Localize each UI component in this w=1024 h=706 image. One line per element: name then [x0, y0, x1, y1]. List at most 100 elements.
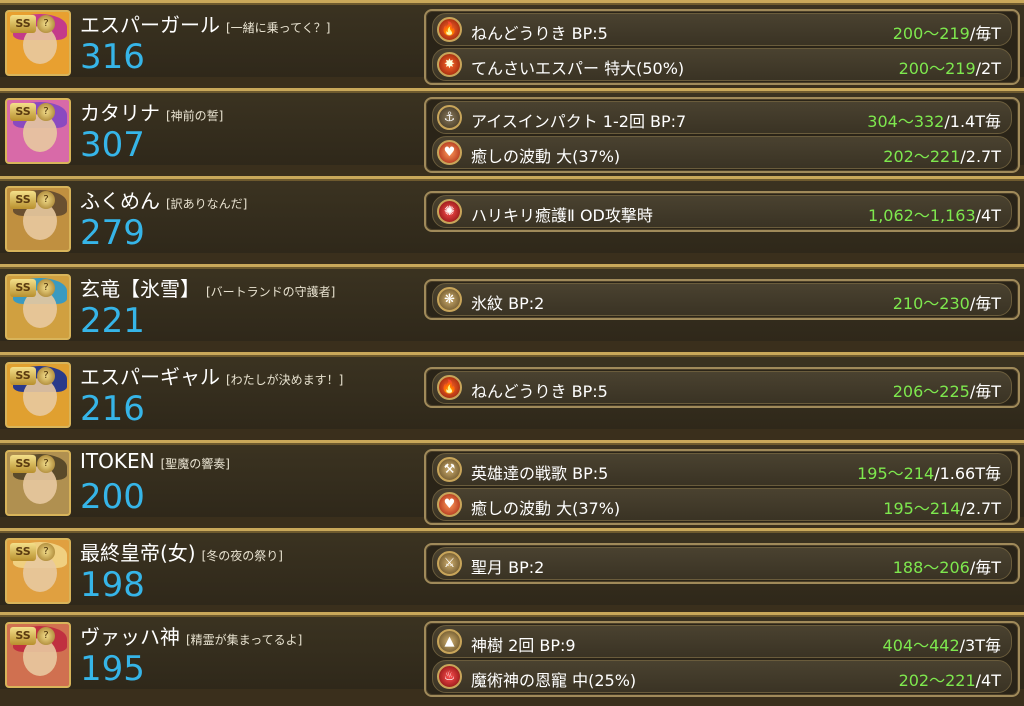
skill-entry[interactable]: ✺ ハリキリ癒護Ⅱ OD攻撃時 1,062〜1,163/4T [432, 195, 1012, 228]
skill-name: 癒しの波動 大(37%) [471, 147, 621, 166]
medal-icon: ? [37, 367, 55, 385]
character-name: ヴァッハ神 [80, 625, 180, 649]
skill-value: 404〜442/3T毎 [882, 636, 1001, 655]
skill-value: 206〜225/毎T [892, 382, 1001, 401]
character-list: SS ? エスパーガール [一緒に乗ってく？] 316 🔥 ねんどうりき BP:5… [0, 0, 1024, 706]
heal-heart-icon: ♥ [437, 140, 462, 165]
character-name: カタリナ [80, 101, 160, 125]
skill-entry[interactable]: ⚓ アイスインパクト 1-2回 BP:7 304〜332/1.4T毎 [432, 101, 1012, 134]
skill-entry[interactable]: ♥ 癒しの波動 大(37%) 202〜221/2.7T [432, 136, 1012, 169]
character-title: [聖魔の響奏] [160, 457, 230, 471]
character-name-line: エスパーギャル [わたしが決めます！] [80, 361, 343, 390]
power-value: 307 [80, 125, 145, 165]
heal-heart-icon: ♥ [437, 492, 462, 517]
fukumen-portrait-icon[interactable]: SS ? [5, 186, 71, 252]
character-title: [一緒に乗ってく？] [226, 21, 331, 35]
rarity-badge-icon: SS [10, 455, 36, 473]
medal-icon: ? [37, 543, 55, 561]
tree-icon: ▲ [437, 629, 462, 654]
skill-name: ねんどうりき BP:5 [471, 382, 608, 401]
skill-panel: 🔥 ねんどうりき BP:5 200〜219/毎T ✸ てんさいエスパー 特大(5… [424, 9, 1020, 85]
medal-icon: ? [37, 455, 55, 473]
character-title: [訳ありなんだ] [166, 197, 248, 211]
character-row[interactable]: SS ? 玄竜【氷雪】 [バートランドの守護者] 221 ❋ 氷紋 BP:2 21… [0, 264, 1024, 341]
rarity-badge-icon: SS [10, 543, 36, 561]
skill-panel: ⚔ 聖月 BP:2 188〜206/毎T [424, 543, 1020, 584]
skill-value: 200〜219/2T [898, 59, 1001, 78]
character-row[interactable]: SS ? カタリナ [神前の誓] 307 ⚓ アイスインパクト 1-2回 BP:7… [0, 88, 1024, 173]
skill-panel: ✺ ハリキリ癒護Ⅱ OD攻撃時 1,062〜1,163/4T [424, 191, 1020, 232]
medal-icon: ? [37, 191, 55, 209]
medal-icon: ? [37, 279, 55, 297]
character-name: ITOKEN [80, 449, 155, 473]
power-value: 198 [80, 565, 145, 605]
skill-panel: ▲ 神樹 2回 BP:9 404〜442/3T毎 ♨ 魔術神の恩寵 中(25%)… [424, 621, 1020, 697]
skill-entry[interactable]: ♥ 癒しの波動 大(37%) 195〜214/2.7T [432, 488, 1012, 521]
character-row[interactable]: SS ? エスパーギャル [わたしが決めます！] 216 🔥 ねんどうりき BP:… [0, 352, 1024, 429]
ice-crest-icon: ❋ [437, 287, 462, 312]
character-name: ふくめん [80, 189, 160, 213]
skill-name: 癒しの波動 大(37%) [471, 499, 621, 518]
final-empress-portrait-icon[interactable]: SS ? [5, 538, 71, 604]
skill-name: てんさいエスパー 特大(50%) [471, 59, 685, 78]
character-title: [神前の誓] [166, 109, 224, 123]
character-row[interactable]: SS ? エスパーガール [一緒に乗ってく？] 316 🔥 ねんどうりき BP:5… [0, 0, 1024, 85]
skill-value: 188〜206/毎T [892, 558, 1001, 577]
ice-impact-icon: ⚓ [437, 105, 462, 130]
medal-icon: ? [37, 103, 55, 121]
medal-icon: ? [37, 15, 55, 33]
skill-name: 英雄達の戦歌 BP:5 [471, 464, 609, 483]
character-name-line: ITOKEN [聖魔の響奏] [80, 449, 230, 473]
character-row[interactable]: SS ? ITOKEN [聖魔の響奏] 200 ⚒ 英雄達の戦歌 BP:5 195… [0, 440, 1024, 525]
skill-name: 魔術神の恩寵 中(25%) [471, 671, 637, 690]
character-name-line: ヴァッハ神 [精霊が集まってるよ] [80, 621, 302, 650]
crimson-flame-icon: ♨ [437, 664, 462, 689]
skill-entry[interactable]: ✸ てんさいエスパー 特大(50%) 200〜219/2T [432, 48, 1012, 81]
skill-entry[interactable]: ⚒ 英雄達の戦歌 BP:5 195〜214/1.66T毎 [432, 453, 1012, 486]
skill-panel: ⚓ アイスインパクト 1-2回 BP:7 304〜332/1.4T毎 ♥ 癒しの… [424, 97, 1020, 173]
skill-value: 202〜221/4T [898, 671, 1001, 690]
esper-girl-portrait-icon[interactable]: SS ? [5, 10, 71, 76]
skill-entry[interactable]: ♨ 魔術神の恩寵 中(25%) 202〜221/4T [432, 660, 1012, 693]
vahha-god-portrait-icon[interactable]: SS ? [5, 622, 71, 688]
skill-name: ハリキリ癒護Ⅱ OD攻撃時 [471, 206, 653, 225]
rarity-badge-icon: SS [10, 367, 36, 385]
character-row[interactable]: SS ? ふくめん [訳ありなんだ] 279 ✺ ハリキリ癒護Ⅱ OD攻撃時 1,… [0, 176, 1024, 253]
medal-icon: ? [37, 627, 55, 645]
power-value: 221 [80, 301, 145, 341]
sword-icon: ⚔ [437, 551, 462, 576]
skill-entry[interactable]: 🔥 ねんどうりき BP:5 200〜219/毎T [432, 13, 1012, 46]
flame-icon: 🔥 [437, 17, 462, 42]
skill-value: 200〜219/毎T [892, 24, 1001, 43]
gen-ryu-portrait-icon[interactable]: SS ? [5, 274, 71, 340]
itoken-portrait-icon[interactable]: SS ? [5, 450, 71, 516]
power-value: 279 [80, 213, 145, 253]
katarina-portrait-icon[interactable]: SS ? [5, 98, 71, 164]
skill-entry[interactable]: ❋ 氷紋 BP:2 210〜230/毎T [432, 283, 1012, 316]
character-row[interactable]: SS ? ヴァッハ神 [精霊が集まってるよ] 195 ▲ 神樹 2回 BP:9 4… [0, 612, 1024, 697]
rarity-badge-icon: SS [10, 279, 36, 297]
character-name: 最終皇帝(女) [80, 541, 196, 565]
character-row[interactable]: SS ? 最終皇帝(女) [冬の夜の祭り] 198 ⚔ 聖月 BP:2 188〜2… [0, 528, 1024, 605]
skill-entry[interactable]: ▲ 神樹 2回 BP:9 404〜442/3T毎 [432, 625, 1012, 658]
esper-gal-portrait-icon[interactable]: SS ? [5, 362, 71, 428]
skill-value: 202〜221/2.7T [883, 147, 1001, 166]
skill-value: 195〜214/1.66T毎 [857, 464, 1001, 483]
skill-entry[interactable]: 🔥 ねんどうりき BP:5 206〜225/毎T [432, 371, 1012, 404]
character-name-line: 最終皇帝(女) [冬の夜の祭り] [80, 537, 283, 566]
hammer-icon: ⚒ [437, 457, 462, 482]
character-name-line: エスパーガール [一緒に乗ってく？] [80, 9, 330, 38]
rarity-badge-icon: SS [10, 103, 36, 121]
heal-burst-icon: ✺ [437, 199, 462, 224]
skill-panel: ⚒ 英雄達の戦歌 BP:5 195〜214/1.66T毎 ♥ 癒しの波動 大(3… [424, 449, 1020, 525]
character-name-line: カタリナ [神前の誓] [80, 97, 223, 126]
skill-entry[interactable]: ⚔ 聖月 BP:2 188〜206/毎T [432, 547, 1012, 580]
skill-name: 神樹 2回 BP:9 [471, 636, 576, 655]
skill-name: ねんどうりき BP:5 [471, 24, 608, 43]
rarity-badge-icon: SS [10, 627, 36, 645]
character-name: 玄竜【氷雪】 [80, 277, 200, 301]
character-name: エスパーガール [80, 13, 220, 37]
skill-value: 304〜332/1.4T毎 [867, 112, 1001, 131]
skill-name: アイスインパクト 1-2回 BP:7 [471, 112, 687, 131]
character-name-line: ふくめん [訳ありなんだ] [80, 185, 247, 214]
